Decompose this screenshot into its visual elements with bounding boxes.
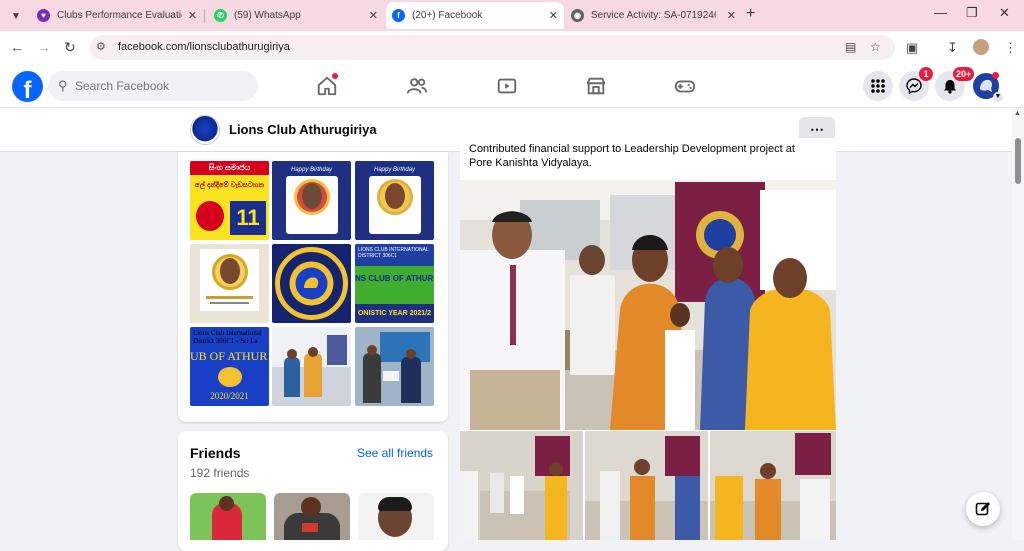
search-icon: ⚲ [58,78,68,93]
photo-thumbnail[interactable] [272,244,351,323]
post-text-line: Contributed financial support to Leaders… [469,143,795,155]
friends-heading: Friends [190,445,241,461]
see-all-friends-link[interactable]: See all friends [357,446,433,460]
page-scrollbar[interactable]: ▲ [1012,108,1024,540]
scroll-up-icon[interactable]: ▲ [1014,110,1021,117]
url-text[interactable]: facebook.com/lionsclubathurugiriya [118,41,290,53]
lions-emblem-icon [275,247,348,320]
tab-search-chevron-icon[interactable]: ▼ [6,6,26,26]
browser-tab[interactable]: ✆ (59) WhatsApp ✕ [208,2,384,29]
banner-text: NS CLUB OF ATHURUGI [355,274,434,283]
birthday-label: Happy Birthday [373,167,416,173]
messenger-badge: 1 [919,67,933,81]
browser-tab[interactable]: ♥ Clubs Performance Evaluation S ✕ [31,2,203,29]
post-photo-thumbnail[interactable] [460,431,583,540]
photo-thumbnail[interactable] [190,244,269,323]
forward-icon[interactable]: → [37,39,51,55]
chevron-down-icon[interactable]: ▼ [993,92,1003,102]
gaming-icon[interactable] [674,75,696,97]
blood-drop-shape [196,201,224,231]
grid-dots-icon [871,79,885,93]
new-tab-icon[interactable]: + [746,5,755,23]
post-photo-scene [710,431,836,540]
menu-kebab-icon[interactable]: ⋮ [1004,40,1017,56]
search-input[interactable] [75,77,245,95]
birthday-label: Happy Birthday [290,167,333,173]
browser-profile-avatar[interactable] [973,39,989,55]
account-status-dot [992,72,999,79]
browser-toolbar: ← → ↻ ⚙ facebook.com/lionsclubathurugiri… [0,31,1024,64]
close-tab-icon[interactable]: ✕ [727,9,736,22]
browser-tab[interactable]: ◉ Service Activity: SA-07192468 ✕ [565,2,742,29]
home-notification-dot [332,73,338,79]
friends-count: 192 friends [190,466,250,480]
post-main-photo[interactable] [460,180,836,430]
page-title[interactable]: Lions Club Athurugiriya [229,122,377,137]
friend-photo[interactable] [274,493,350,540]
whatsapp-icon: ✆ [214,9,227,22]
reload-icon[interactable]: ↻ [64,39,76,56]
tab-title: Clubs Performance Evaluation S [57,10,182,21]
tab-title: (59) WhatsApp [234,10,301,21]
banner-year: ONISTIC YEAR 2021/2 [355,304,434,323]
close-window-icon[interactable]: ✕ [999,5,1010,21]
menu-grid-icon[interactable] [863,71,893,101]
new-message-button[interactable] [966,492,1000,526]
bookmark-star-icon[interactable]: ☆ [870,40,881,54]
post-photo-scene [460,431,583,540]
download-icon[interactable]: ↧ [947,40,958,56]
tab-separator [204,9,205,23]
friend-photo[interactable] [358,493,434,540]
minimize-icon[interactable]: — [934,5,947,20]
poster-subheading: ලේ දන්දීමේ වැඩසටහන [194,182,265,189]
post-photo-thumbnail[interactable] [585,431,708,540]
close-tab-icon[interactable]: ✕ [369,9,378,22]
poster-date: 11 [230,201,266,235]
globe-icon: ◉ [571,9,584,22]
club-name: UB OF ATHUR [190,349,268,363]
friend-photo[interactable] [190,493,266,540]
post-text-line: Pore Kanishta Vidyalaya. [469,157,592,169]
notifications-badge: 20+ [953,67,975,81]
friends-icon[interactable] [406,75,428,97]
photo-thumbnail[interactable]: සිංහ සමාජය ලේ දන්දීමේ වැඩසටහන 11 [190,161,269,240]
extensions-icon[interactable]: ▣ [906,40,918,56]
facebook-icon: f [392,9,405,22]
close-tab-icon[interactable]: ✕ [549,9,558,22]
photo-thumbnail[interactable]: Happy Birthday [355,161,434,240]
banner-heading: LIONS CLUB INTERNATIONAL DISTRICT 306C1 [355,244,434,266]
compose-icon [975,502,990,516]
club-heading: Lions Club International District 306C1 … [193,329,262,345]
browser-tab-active[interactable]: f (20+) Facebook ✕ [386,2,564,29]
club-year: 2020/2021 [210,391,249,401]
facebook-logo[interactable]: f [12,71,43,102]
close-tab-icon[interactable]: ✕ [188,9,197,22]
poster-heading: සිංහ සමාජය [190,161,269,175]
browser-tab-strip: ▼ ♥ Clubs Performance Evaluation S ✕ ✆ (… [0,0,1024,31]
marketplace-icon[interactable] [585,75,607,97]
bell-icon [944,79,956,94]
tab-title: Service Activity: SA-07192468 [591,10,716,21]
messenger-icon [906,78,922,94]
post-photo-thumbnail[interactable] [710,431,836,540]
page-avatar[interactable] [190,115,220,145]
back-icon[interactable]: ← [10,39,24,55]
restore-icon[interactable]: ❐ [966,5,978,21]
scrollbar-thumb[interactable] [1015,138,1021,184]
tab-title: (20+) Facebook [412,10,483,21]
photo-thumbnail[interactable]: Lions Club International District 306C1 … [190,327,269,406]
photo-thumbnail[interactable] [272,327,351,406]
photo-thumbnail[interactable] [355,327,434,406]
photo-thumbnail[interactable]: LIONS CLUB INTERNATIONAL DISTRICT 306C1 … [355,244,434,323]
post-photo-scene [460,180,836,430]
post-photo-scene [585,431,708,540]
address-bar[interactable]: ⚙ facebook.com/lionsclubathurugiriya ▤ ☆ [90,35,895,60]
photo-thumbnail[interactable]: Happy Birthday [272,161,351,240]
search-box[interactable]: ⚲ [48,71,258,101]
site-settings-icon[interactable]: ⚙ [96,40,112,55]
post-text: Contributed financial support to Leaders… [469,142,819,170]
install-app-icon[interactable]: ▤ [845,40,856,54]
video-icon[interactable] [496,75,518,97]
lions-icon: ♥ [37,9,50,22]
